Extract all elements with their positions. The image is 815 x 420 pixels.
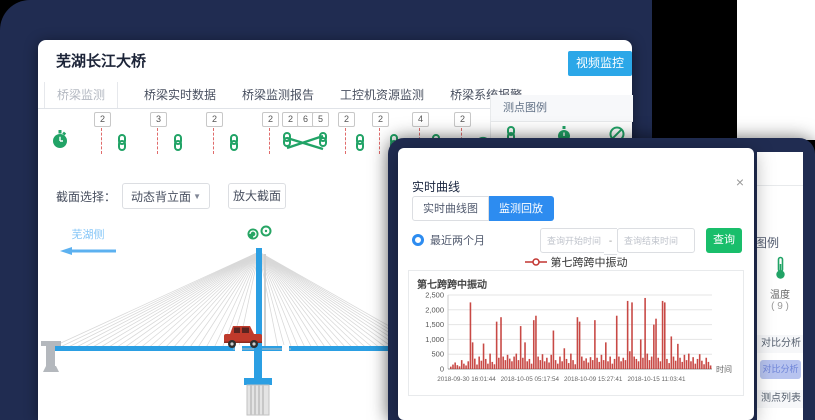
legend-label: 第七跨跨中振动 [551, 254, 628, 270]
link-icon[interactable] [228, 134, 240, 156]
link-icon[interactable] [116, 134, 128, 156]
sensor-dashed-line [345, 128, 346, 154]
thermometer-icon [773, 267, 787, 284]
radio-label: 最近两个月 [430, 232, 485, 248]
modal-title: 实时曲线 [412, 178, 460, 195]
sidebar-fragment: 测点图例 温度 ( 9 ) 对比分析 对比分析 测点列表 [757, 152, 803, 420]
svg-text:1,500: 1,500 [425, 320, 444, 329]
compare-analysis-button[interactable]: 对比分析 [760, 360, 801, 379]
sensor-badge: 2 [338, 112, 355, 127]
tab-3[interactable]: 工控机资源监测 [340, 82, 424, 108]
tab-2[interactable]: 桥梁监测报告 [242, 82, 314, 108]
compare-section-title: 对比分析 [757, 335, 803, 353]
sensor-dashed-line [101, 128, 102, 154]
section-dropdown-value: 动态背立面 [131, 188, 191, 205]
tab-0[interactable]: 桥梁监测 [44, 82, 118, 108]
sensor-dashed-line [213, 128, 214, 154]
point-list-section-title: 测点列表 [757, 390, 803, 408]
section-controls: 截面选择： 动态背立面 ▼ 放大截面 [56, 182, 286, 210]
modal-tabs: 实时曲线图监测回放 [412, 196, 554, 221]
radio-dot-icon [412, 234, 424, 246]
sensor-badge: 2 [262, 112, 279, 127]
svg-text:2,000: 2,000 [425, 305, 444, 314]
last-two-months-radio[interactable]: 最近两个月 [412, 232, 485, 248]
modal-tab-0[interactable]: 实时曲线图 [412, 196, 489, 221]
sensor-badge: 3 [150, 112, 167, 127]
screen: 芜湖长江大桥 视频监控 桥梁监测桥梁实时数据桥梁监测报告工控机资源监测桥梁系统报… [0, 0, 815, 420]
sensor-dashed-line [269, 128, 270, 154]
bridge-abutment [41, 341, 61, 372]
temperature-count: ( 9 ) [757, 301, 803, 312]
sensor-badge: 5 [312, 112, 329, 127]
video-monitor-button[interactable]: 视频监控 [568, 51, 632, 76]
enlarge-section-button[interactable]: 放大截面 [228, 183, 286, 209]
bridge-diagram [38, 222, 438, 420]
svg-text:时间: 时间 [716, 364, 732, 374]
sensor-badge: 2 [372, 112, 389, 127]
svg-text:2018-10-15 11:03:41: 2018-10-15 11:03:41 [628, 376, 687, 383]
legend-line-icon [525, 257, 547, 267]
section-select-label: 截面选择： [56, 188, 116, 205]
sensor-badge: 2 [454, 112, 471, 127]
section-dropdown[interactable]: 动态背立面 ▼ [122, 183, 210, 209]
sensor-badge: 4 [412, 112, 429, 127]
stopwatch-icon[interactable] [52, 130, 68, 154]
gps-icon [262, 227, 271, 236]
realtime-curve-modal: 实时曲线 × 实时曲线图监测回放 最近两个月 - 查询 第七跨跨中振动 第七跨跨… [398, 148, 754, 420]
link-icon[interactable] [172, 134, 184, 156]
sensor-badge: 2 [206, 112, 223, 127]
svg-text:2018-09-30 16:01:44: 2018-09-30 16:01:44 [437, 376, 496, 383]
svg-text:1,000: 1,000 [425, 335, 444, 344]
chart-container: 第七跨跨中振动 05001,0001,5002,0002,5002018-09-… [408, 270, 744, 396]
crossed-links-icon[interactable] [280, 130, 330, 157]
sensor-dashed-line [157, 128, 158, 154]
temperature-item[interactable]: 温度 ( 9 ) [757, 256, 803, 312]
tab-1[interactable]: 桥梁实时数据 [144, 82, 216, 108]
link-icon[interactable] [354, 134, 366, 156]
query-button[interactable]: 查询 [706, 228, 742, 253]
svg-text:0: 0 [440, 365, 444, 374]
sensor-badge: 2 [94, 112, 111, 127]
backdrop-white-top-right [737, 0, 815, 140]
divider [757, 185, 803, 186]
date-range-separator: - [604, 228, 617, 255]
page-title: 芜湖长江大桥 [56, 50, 146, 71]
sensor-dashed-line [379, 128, 380, 154]
query-form: 最近两个月 - 查询 [412, 228, 742, 253]
modal-tab-1[interactable]: 监测回放 [489, 196, 554, 221]
legend-panel-title: 测点图例 [491, 95, 633, 122]
query-end-time-input[interactable] [617, 228, 695, 253]
close-icon[interactable]: × [736, 174, 744, 190]
sidebar-legend-title: 测点图例 [757, 234, 779, 251]
svg-text:2018-10-09 15:27:41: 2018-10-09 15:27:41 [564, 376, 623, 383]
svg-text:2018-10-05 05:17:54: 2018-10-05 05:17:54 [501, 376, 560, 383]
svg-text:2,500: 2,500 [425, 291, 444, 300]
svg-text:500: 500 [431, 350, 444, 359]
chart-legend[interactable]: 第七跨跨中振动 [398, 254, 754, 270]
bridge-pier [244, 348, 272, 415]
anemometer-icon [248, 229, 259, 240]
temperature-label: 温度 [757, 286, 803, 301]
vibration-chart: 0 500 1,000 1,500 2,000 2,500 2018-09-30 16:01… [412, 289, 742, 391]
chevron-down-icon: ▼ [193, 192, 201, 201]
